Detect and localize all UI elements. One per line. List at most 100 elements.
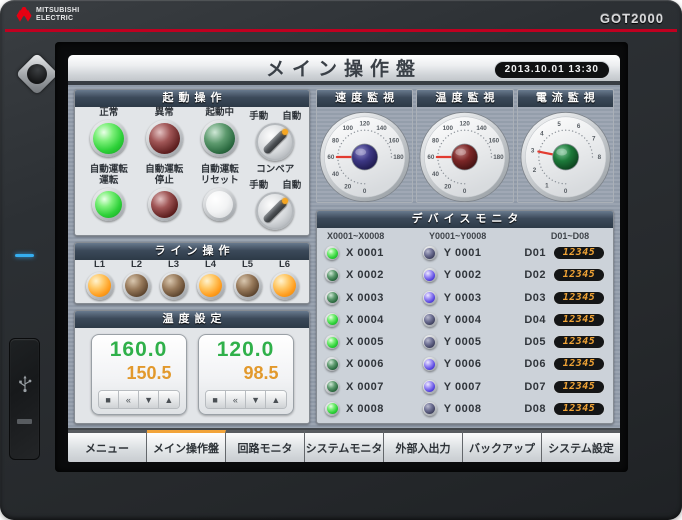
startup-panel: 起動操作 正常異常起動中手動自動 自動運転運転自動運転停止自動運転リセットコンベ… (74, 89, 310, 236)
tab-4[interactable]: 外部入出力 (384, 430, 463, 462)
tab-0[interactable]: メニュー (68, 430, 147, 462)
y-label: Y 0002 (444, 269, 482, 281)
d-label: D04 (524, 314, 546, 326)
line-button-L3[interactable] (160, 272, 188, 300)
y-lamp-4-lens (424, 337, 435, 348)
svg-text:4: 4 (540, 130, 544, 137)
up-button[interactable]: ▲ (266, 391, 285, 408)
device-monitor-panel: デバイスモニタ X0001~X0008 Y0001~Y0008 D01~D08 … (316, 210, 614, 424)
x-lamp-3 (325, 313, 339, 327)
stop-button[interactable]: ■ (99, 391, 119, 408)
three-diamonds-icon (16, 7, 32, 22)
d-label: D05 (524, 336, 546, 348)
xc-rows: X 0001X 0002X 0003X 0004X 0005X 0006X 00… (325, 243, 423, 419)
title-bar: メイン操作盤 2013.10.01 13:30 (68, 55, 620, 85)
y-lamp-3 (423, 313, 437, 327)
bezel-corner-button[interactable] (16, 53, 58, 95)
line-lamp-L4: L4 (192, 260, 229, 300)
startup-panel-title: 起動操作 (75, 90, 309, 107)
startup-pushbutton-1[interactable] (148, 188, 181, 221)
indicator-label: 起動中 (205, 108, 234, 119)
svg-text:20: 20 (344, 183, 351, 190)
svg-text:120: 120 (460, 120, 471, 127)
setpoint-value: 160.0 (98, 339, 180, 361)
line-button-L6[interactable] (271, 272, 299, 300)
d-label: D03 (524, 292, 546, 304)
line-button-L1-lens (88, 274, 111, 297)
x-lamp-2 (325, 291, 339, 305)
down-button[interactable]: ▼ (246, 391, 266, 408)
y-lamp-6-lens (424, 381, 435, 392)
x-row-4: X 0005 (325, 332, 423, 352)
svg-text:1: 1 (545, 182, 549, 189)
x-label: X 0006 (346, 358, 384, 370)
conveyor-title: コンベア (256, 165, 294, 176)
y-label: Y 0001 (444, 247, 482, 259)
svg-text:3: 3 (531, 148, 535, 155)
temperature-controllers: 160.0150.5■«▼▲120.098.5■«▼▲ (75, 328, 309, 423)
x-lamp-6-lens (327, 381, 338, 392)
tab-5[interactable]: バックアップ (463, 430, 542, 462)
x-lamp-5 (325, 357, 339, 371)
y-lamp-5-lens (424, 359, 435, 370)
startup-indicators-row: 正常異常起動中手動自動 (75, 107, 309, 164)
startup-pushbutton-0[interactable] (92, 188, 125, 221)
x-label: X 0003 (346, 292, 384, 304)
mitsubishi-logo: MITSUBISHI ELECTRIC (16, 7, 79, 22)
gauge-1: 020406080100120140160180 (417, 107, 512, 203)
startup-pushbutton-2-lens (206, 191, 233, 218)
device-monitor-column-headers: X0001~X0008 Y0001~Y0008 D01~D08 (317, 228, 613, 242)
y-label: Y 0004 (444, 314, 482, 326)
line-button-L5[interactable] (234, 272, 262, 300)
tab-2[interactable]: 回路モニタ (226, 430, 305, 462)
gauge-title-1: 温度監視 (417, 90, 512, 107)
startup-pushbutton-1-lens (151, 191, 178, 218)
svg-text:0: 0 (363, 188, 367, 195)
conveyor-selector-labels: 手動自動 (249, 177, 301, 191)
up-button[interactable]: ▲ (159, 391, 178, 408)
y-row-6: Y 0007 (423, 377, 525, 397)
x-lamp-5-lens (327, 359, 338, 370)
tab-1[interactable]: メイン操作盤 (147, 430, 226, 462)
x-lamp-2-lens (327, 292, 338, 303)
selector-right-label: 自動 (282, 108, 301, 122)
startup-pushbutton-2[interactable] (203, 188, 236, 221)
svg-text:180: 180 (393, 154, 404, 161)
y-row-0: Y 0001 (423, 243, 525, 263)
mode-selector-knob[interactable] (256, 123, 294, 161)
conveyor-selector-knob[interactable] (256, 192, 294, 230)
line-lamp-L1: L1 (81, 260, 118, 300)
line-button-L1[interactable] (86, 272, 114, 300)
d-column-header: D01~D08 (537, 231, 603, 241)
gauge-panel-0: 速度監視020406080100120140160180 (316, 89, 413, 203)
fast-button[interactable]: « (226, 391, 246, 408)
stop-button[interactable]: ■ (206, 391, 226, 408)
power-led (15, 254, 34, 257)
gauge-2: 012345678 (518, 107, 613, 203)
fast-button[interactable]: « (119, 391, 139, 408)
svg-text:80: 80 (432, 137, 439, 144)
line-button-L3-lens (162, 274, 185, 297)
usb-port-cover[interactable] (9, 338, 40, 460)
x-label: X 0002 (346, 269, 384, 281)
line-lamp-label: L4 (205, 260, 216, 271)
indicator-lamp-0-lens (93, 123, 124, 154)
line-button-L4[interactable] (197, 272, 225, 300)
d-label: D02 (524, 269, 546, 281)
tab-6[interactable]: システム設定 (542, 430, 620, 462)
indicator-lamp-2 (201, 120, 238, 157)
x-row-7: X 0008 (325, 399, 423, 419)
y-row-3: Y 0004 (423, 310, 525, 330)
knob-position-dot (282, 198, 288, 204)
selector-left-label: 手動 (249, 108, 268, 122)
svg-text:160: 160 (489, 137, 500, 144)
x-label: X 0008 (346, 403, 384, 415)
x-lamp-1-lens (327, 270, 338, 281)
line-lamp-L3: L3 (155, 260, 192, 300)
svg-text:60: 60 (428, 154, 435, 161)
tab-3[interactable]: システムモニタ (305, 430, 384, 462)
down-button[interactable]: ▼ (139, 391, 159, 408)
indicator-label: 正常 (99, 108, 118, 119)
line-button-L2[interactable] (123, 272, 151, 300)
svg-text:7: 7 (592, 135, 596, 142)
